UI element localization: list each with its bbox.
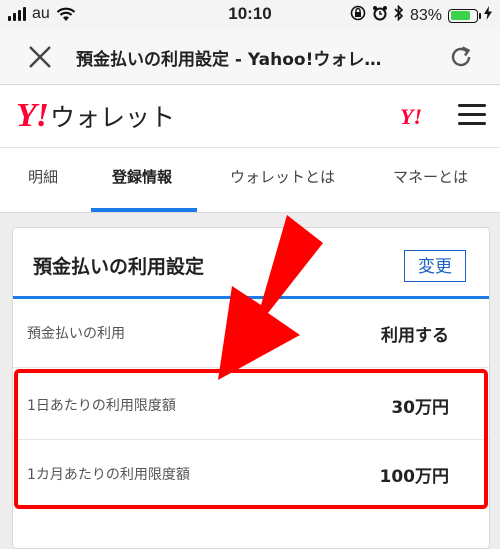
alarm-icon — [372, 5, 388, 26]
tab-registration[interactable]: 登録情報 — [112, 166, 172, 187]
battery-icon — [448, 8, 481, 23]
menu-icon[interactable] — [458, 104, 486, 126]
status-right: 83% — [350, 4, 492, 26]
wallet-logo[interactable]: Y! ウォレット — [16, 97, 175, 135]
tab-about-money[interactable]: マネーとは — [393, 166, 468, 187]
row-label: 預金払いの利用 — [27, 326, 125, 342]
battery-percent: 83% — [409, 6, 442, 24]
bluetooth-icon — [394, 4, 404, 26]
yahoo-top-link[interactable]: Y! — [400, 104, 422, 130]
row-value: 利用する — [381, 326, 449, 346]
wallet-header: Y! ウォレット Y! — [0, 85, 500, 148]
charging-icon — [484, 6, 492, 25]
reload-icon[interactable] — [446, 42, 476, 72]
tab-meisai[interactable]: 明細 — [28, 166, 58, 187]
orientation-lock-icon — [350, 5, 366, 26]
nav-tabs: 明細 登録情報 ウォレットとは マネーとは — [0, 148, 500, 213]
yahoo-logo-mark: Y! — [16, 97, 49, 134]
browser-toolbar: 預金払いの利用設定 - Yahoo!ウォレ… — [0, 30, 500, 85]
edit-button[interactable]: 変更 — [404, 250, 466, 282]
annotation-highlight-box — [14, 369, 488, 509]
settings-row: 預金払いの利用 利用する — [13, 299, 489, 368]
wallet-logo-text: ウォレット — [50, 103, 176, 132]
card-title: 預金払いの利用設定 — [33, 256, 205, 278]
close-icon[interactable] — [26, 43, 54, 71]
tab-about-wallet[interactable]: ウォレットとは — [230, 166, 335, 187]
active-tab-indicator — [91, 208, 197, 212]
status-bar: au 10:10 83% — [0, 0, 500, 30]
page-title: 預金払いの利用設定 - Yahoo!ウォレ… — [76, 50, 382, 70]
